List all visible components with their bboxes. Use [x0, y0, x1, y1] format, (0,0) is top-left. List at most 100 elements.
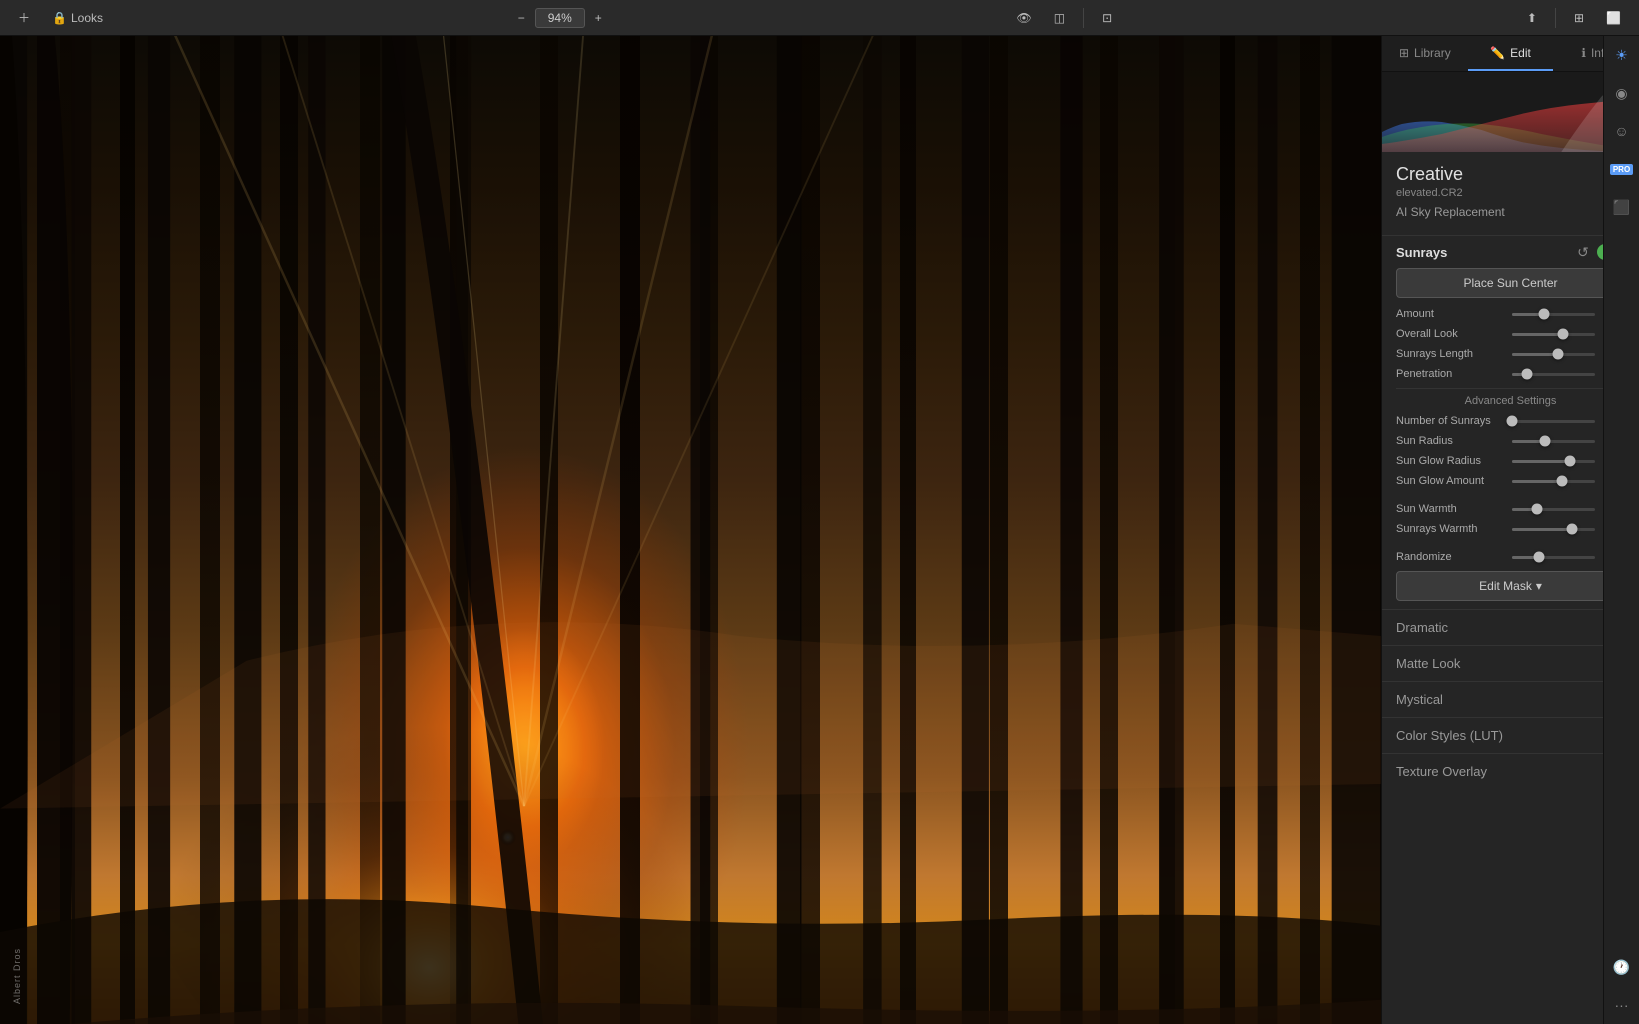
sun-radius-slider[interactable] [1512, 440, 1595, 443]
dramatic-section[interactable]: Dramatic [1382, 609, 1639, 645]
main-area: Albert Dros ⊞ Library ✏️ Edit ℹ Info [0, 36, 1639, 1024]
color-styles-label: Color Styles (LUT) [1396, 728, 1503, 743]
zoom-in-icon: + [595, 11, 602, 25]
histogram-svg [1382, 72, 1639, 152]
sun-radius-label: Sun Radius [1396, 435, 1506, 447]
fullscreen-button[interactable]: ⬜ [1598, 7, 1629, 29]
edit-mask-button[interactable]: Edit Mask ▾ [1396, 571, 1625, 601]
overall-look-slider[interactable] [1512, 333, 1595, 336]
sunrays-section-header[interactable]: Sunrays ↺ [1382, 236, 1639, 268]
sun-adjust-icon[interactable]: ☀ [1611, 44, 1633, 66]
sun-warmth-slider[interactable] [1512, 508, 1595, 511]
randomize-label: Randomize [1396, 551, 1506, 563]
zoom-value[interactable]: 94% [535, 8, 585, 28]
sunrays-warmth-slider[interactable] [1512, 528, 1595, 531]
grid-button[interactable]: ⊞ [1566, 7, 1592, 29]
panel-header: Creative elevated.CR2 AI Sky Replacement [1382, 152, 1639, 231]
looks-label: Looks [71, 11, 103, 25]
panel-content: Creative elevated.CR2 AI Sky Replacement… [1382, 152, 1639, 1024]
sun-warmth-label: Sun Warmth [1396, 503, 1506, 515]
eye-icon: 👁 [1017, 11, 1032, 25]
pro-icon[interactable]: PRO [1611, 158, 1633, 180]
add-icon: ＋ [18, 9, 30, 26]
sunrays-controls: Place Sun Center Amount 38 Overall Look [1382, 268, 1639, 609]
tab-edit[interactable]: ✏️ Edit [1468, 36, 1554, 71]
add-button[interactable]: ＋ [10, 5, 38, 30]
sun-glow-amount-label: Sun Glow Amount [1396, 475, 1506, 487]
right-panel: ⊞ Library ✏️ Edit ℹ Info [1381, 36, 1639, 1024]
color-styles-section[interactable]: Color Styles (LUT) [1382, 717, 1639, 753]
chevron-down-icon: ▾ [1536, 579, 1542, 593]
mystical-section[interactable]: Mystical [1382, 681, 1639, 717]
right-icon-strip: ☀ ◉ ☺ PRO ⬛ 🕐 ··· [1603, 36, 1639, 1024]
zoom-out-icon: − [518, 11, 525, 25]
sun-glow-radius-slider[interactable] [1512, 460, 1595, 463]
advanced-settings-label: Advanced Settings [1396, 388, 1625, 411]
tab-library-label: Library [1414, 46, 1451, 60]
matte-look-section[interactable]: Matte Look [1382, 645, 1639, 681]
more-icon[interactable]: ··· [1611, 994, 1633, 1016]
penetration-label: Penetration [1396, 368, 1506, 380]
sunrays-section: Sunrays ↺ Place Sun Center Amount [1382, 235, 1639, 609]
toolbar: ＋ 🔒 Looks − 94% + 👁 ◫ ⊡ ⬆ ⊞ ⬜ [0, 0, 1639, 36]
sunrays-length-row: Sunrays Length 55 [1396, 348, 1625, 360]
number-slider[interactable] [1512, 420, 1595, 423]
edit-icon: ✏️ [1490, 46, 1505, 60]
sun-glow-amount-slider[interactable] [1512, 480, 1595, 483]
separator-2 [1555, 8, 1556, 28]
separator-1 [1083, 8, 1084, 28]
compare-icon: ◫ [1054, 11, 1065, 25]
panel-filename: elevated.CR2 [1396, 187, 1625, 199]
face-icon[interactable]: ☺ [1611, 120, 1633, 142]
zoom-in-button[interactable]: + [587, 7, 610, 29]
sunrays-length-label: Sunrays Length [1396, 348, 1506, 360]
number-sunrays-row: Number of Sunrays 0 [1396, 415, 1625, 427]
texture-overlay-section[interactable]: Texture Overlay [1382, 753, 1639, 789]
histogram-area: ⊞ ≡ [1382, 72, 1639, 152]
tools-icon[interactable]: ⬛ [1611, 196, 1633, 218]
tab-library[interactable]: ⊞ Library [1382, 36, 1468, 71]
mystical-label: Mystical [1396, 692, 1443, 707]
grid-icon: ⊞ [1574, 11, 1584, 25]
randomize-slider[interactable] [1512, 556, 1595, 559]
amount-label: Amount [1396, 308, 1506, 320]
color-wheel-icon[interactable]: ◉ [1611, 82, 1633, 104]
place-sun-center-button[interactable]: Place Sun Center [1396, 268, 1625, 298]
eye-button[interactable]: 👁 [1009, 7, 1040, 29]
crop-button[interactable]: ⊡ [1094, 7, 1120, 29]
sun-radius-row: Sun Radius 40 [1396, 435, 1625, 447]
looks-button[interactable]: 🔒 Looks [44, 7, 111, 29]
amount-slider[interactable] [1512, 313, 1595, 316]
library-icon: ⊞ [1399, 46, 1409, 60]
looks-icon: 🔒 [52, 11, 67, 25]
zoom-control: − 94% + [510, 7, 610, 29]
randomize-row: Randomize 32 [1396, 551, 1625, 563]
sunrays-title: Sunrays [1396, 245, 1575, 260]
photo-scene [0, 36, 1381, 1024]
history-icon[interactable]: 🕐 [1611, 956, 1633, 978]
texture-overlay-label: Texture Overlay [1396, 764, 1487, 779]
penetration-slider[interactable] [1512, 373, 1595, 376]
export-button[interactable]: ⬆ [1519, 7, 1545, 29]
number-label: Number of Sunrays [1396, 415, 1506, 427]
sun-glow-amount-row: Sun Glow Amount 60 [1396, 475, 1625, 487]
export-icon: ⬆ [1527, 11, 1537, 25]
photo-watermark: Albert Dros [12, 948, 22, 1004]
info-icon: ℹ [1581, 46, 1586, 60]
photo-background [0, 36, 1381, 1024]
photo-canvas[interactable]: Albert Dros [0, 36, 1381, 1024]
overall-look-label: Overall Look [1396, 328, 1506, 340]
sunrays-warmth-label: Sunrays Warmth [1396, 523, 1506, 535]
dramatic-label: Dramatic [1396, 620, 1448, 635]
compare-button[interactable]: ◫ [1046, 7, 1073, 29]
tab-edit-label: Edit [1510, 46, 1531, 60]
amount-row: Amount 38 [1396, 308, 1625, 320]
sunrays-warmth-row: Sunrays Warmth 72 [1396, 523, 1625, 535]
matte-look-label: Matte Look [1396, 656, 1460, 671]
sun-glow-radius-label: Sun Glow Radius [1396, 455, 1506, 467]
sunrays-length-slider[interactable] [1512, 353, 1595, 356]
reset-icon[interactable]: ↺ [1575, 244, 1591, 260]
panel-tabs: ⊞ Library ✏️ Edit ℹ Info [1382, 36, 1639, 72]
sun-glow-radius-row: Sun Glow Radius 70 [1396, 455, 1625, 467]
zoom-out-button[interactable]: − [510, 7, 533, 29]
